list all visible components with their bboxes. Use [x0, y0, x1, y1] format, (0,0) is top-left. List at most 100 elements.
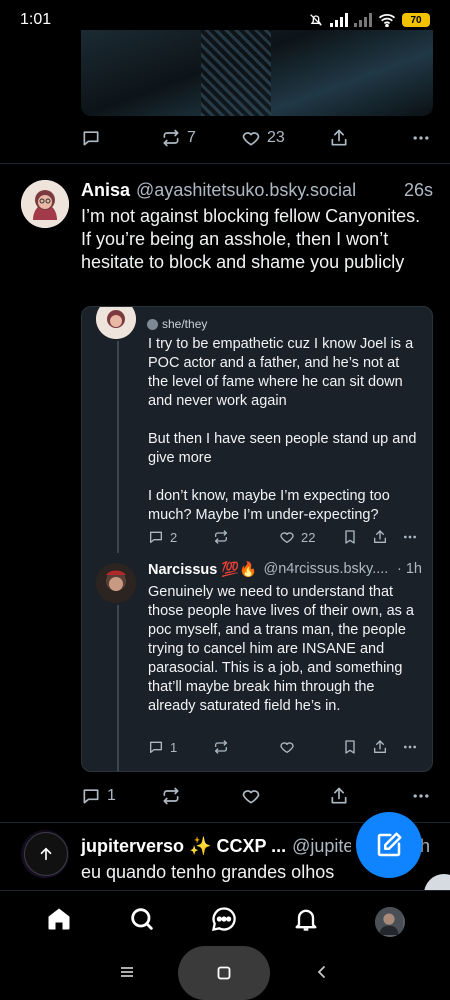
reply-button[interactable]: 1 — [81, 786, 161, 806]
share-button[interactable] — [372, 739, 402, 755]
back-icon — [317, 966, 325, 978]
quoted-author-avatar[interactable] — [96, 307, 136, 339]
reply-count: 2 — [170, 529, 178, 545]
post-divider — [0, 163, 450, 164]
system-home-button[interactable] — [178, 946, 270, 1000]
bell-icon — [295, 909, 317, 931]
like-button[interactable]: 22 — [279, 529, 343, 545]
system-back-button[interactable] — [314, 964, 330, 985]
signal-2-icon — [354, 13, 372, 27]
repost-count: 7 — [187, 129, 196, 146]
status-time: 1:01 — [20, 11, 52, 28]
quoted-post-text: I try to be empathetic cuz I know Joel i… — [148, 336, 417, 523]
nav-search[interactable] — [128, 905, 156, 938]
more-options-button[interactable] — [402, 739, 418, 755]
author-name[interactable]: Anisa — [81, 180, 130, 201]
like-count: 22 — [300, 529, 316, 545]
quoted-thread[interactable]: she/they I try to be empathetic cuz I kn… — [81, 306, 433, 772]
previous-post-actions: 7 23 — [81, 126, 431, 150]
share-icon — [374, 530, 387, 543]
battery-icon: 70 — [402, 13, 430, 27]
author-handle[interactable]: @ayashitetsuko.bsky.social — [136, 180, 396, 201]
post-actions: 1 — [81, 784, 431, 808]
more-options-button[interactable] — [411, 786, 431, 806]
reply-author-handle[interactable]: @n4rcissus.bsky.... — [263, 561, 393, 578]
more-icon — [404, 535, 416, 539]
quoted-post-actions: 2 22 — [148, 529, 418, 545]
repost-icon — [215, 740, 228, 754]
wifi-icon — [378, 13, 396, 27]
home-icon — [48, 908, 70, 930]
more-icon — [413, 794, 429, 798]
system-recents-button[interactable] — [119, 964, 135, 985]
chat-icon — [211, 907, 236, 931]
heart-icon — [242, 132, 260, 146]
next-post-text: eu quando tenho grandes olhos — [81, 862, 335, 882]
bottom-navigation — [0, 890, 450, 952]
reply-text: Genuinely we need to understand that tho… — [148, 584, 414, 714]
scroll-to-top-button[interactable] — [24, 832, 68, 876]
share-button[interactable] — [329, 128, 399, 148]
repost-button[interactable] — [213, 529, 278, 545]
repost-icon — [163, 787, 179, 805]
repost-button[interactable] — [161, 786, 241, 806]
like-button[interactable] — [241, 786, 329, 806]
reply-count: 1 — [170, 739, 178, 755]
square-icon — [217, 966, 231, 980]
reply-time[interactable]: · 1h — [397, 561, 422, 578]
pronoun-icon — [147, 318, 158, 330]
share-button[interactable] — [329, 786, 399, 806]
reply-actions: 1 — [148, 739, 418, 755]
reply-header: Narcissus 💯🔥 @n4rcissus.bsky.... · 1h — [148, 561, 422, 578]
like-count: 23 — [267, 129, 285, 146]
reply-button[interactable] — [81, 128, 161, 148]
status-icons: 70 — [308, 12, 430, 28]
avatar-illustration — [21, 180, 69, 228]
reply-author-avatar[interactable] — [96, 563, 136, 603]
reply-button[interactable]: 1 — [148, 739, 213, 755]
menu-icon — [121, 967, 133, 977]
repost-button[interactable]: 7 — [161, 128, 241, 148]
heart-icon — [242, 790, 260, 804]
bookmark-button[interactable] — [342, 739, 372, 755]
like-button[interactable] — [279, 739, 343, 755]
more-icon — [413, 136, 429, 140]
nav-chat[interactable] — [210, 905, 238, 938]
repost-button[interactable] — [213, 739, 278, 755]
reply-icon — [150, 531, 162, 543]
post-header: Anisa @ayashitetsuko.bsky.social 26s — [81, 180, 433, 201]
heart-icon — [280, 532, 294, 543]
thread-line — [117, 341, 119, 553]
reply-icon — [83, 789, 99, 804]
avatar-illustration — [96, 563, 136, 603]
author-avatar[interactable] — [21, 180, 69, 228]
post-time[interactable]: 26s — [404, 180, 433, 201]
compose-button[interactable] — [356, 812, 422, 878]
nav-profile-avatar[interactable] — [374, 906, 405, 937]
next-author-name[interactable]: jupiterverso ✨ CCXP ... — [81, 836, 286, 857]
post-image[interactable] — [81, 30, 433, 116]
compose-icon — [377, 832, 402, 857]
reply-button[interactable]: 2 — [148, 529, 213, 545]
share-icon — [331, 787, 347, 804]
pronouns-label: she/they — [147, 317, 207, 331]
more-options-button[interactable] — [411, 128, 431, 148]
reply-count: 1 — [107, 787, 116, 804]
next-author-handle[interactable]: @jupite — [292, 836, 351, 857]
share-button[interactable] — [372, 529, 402, 545]
more-options-button[interactable] — [402, 529, 418, 545]
bookmark-button[interactable] — [342, 529, 372, 545]
more-icon — [404, 745, 416, 749]
pronouns-text: she/they — [162, 317, 208, 331]
share-icon — [374, 740, 387, 753]
avatar-illustration — [96, 307, 136, 339]
search-icon — [130, 908, 153, 930]
reply-author-name[interactable]: Narcissus 💯🔥 — [148, 561, 257, 578]
reply-icon — [83, 131, 99, 146]
arrow-up-icon — [40, 847, 52, 861]
nav-home[interactable] — [45, 905, 73, 938]
repost-icon — [215, 530, 228, 544]
post-text: I’m not against blocking fellow Canyonit… — [81, 206, 421, 272]
nav-notifications[interactable] — [292, 905, 320, 938]
like-button[interactable]: 23 — [241, 128, 329, 148]
